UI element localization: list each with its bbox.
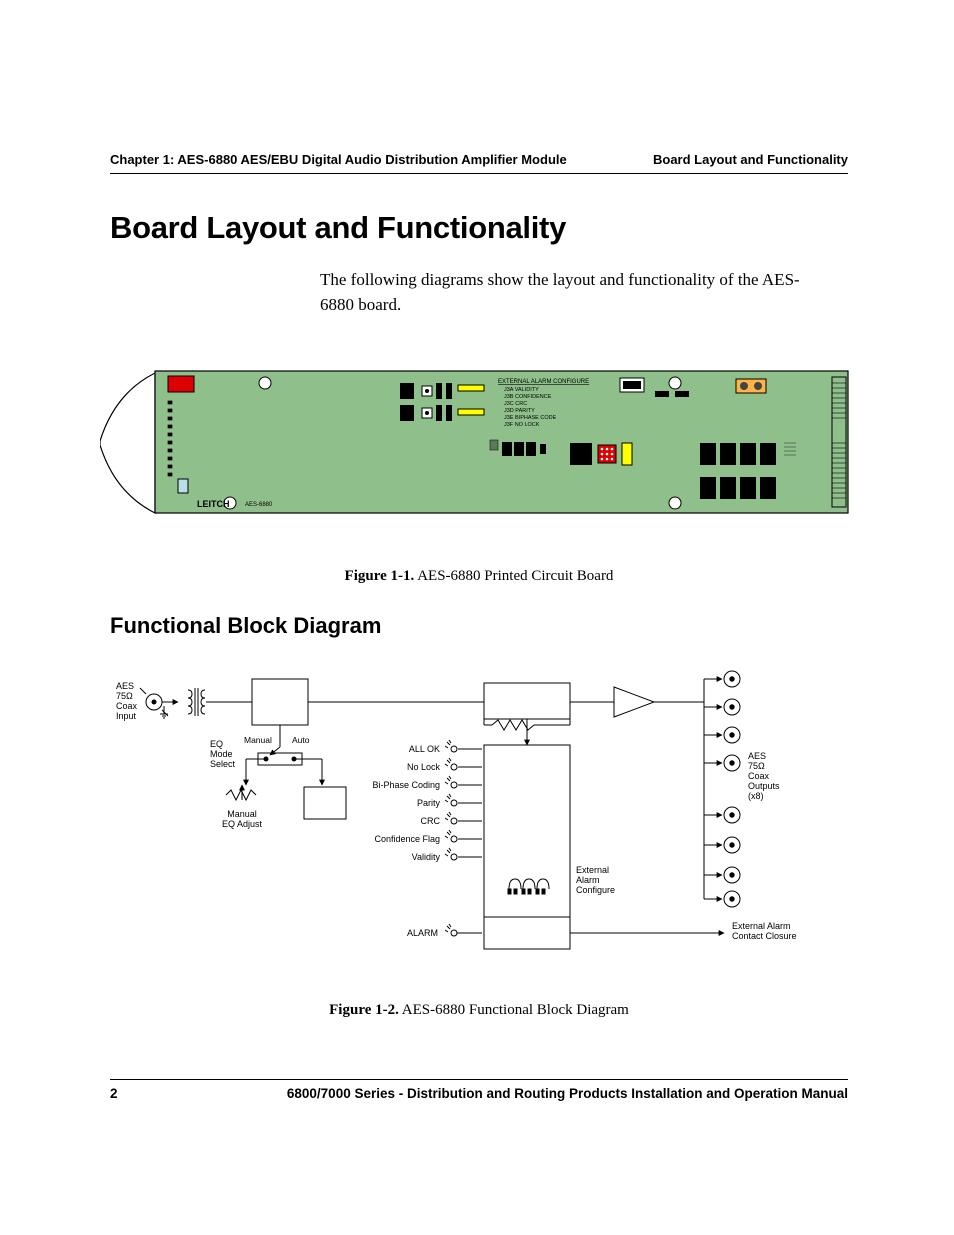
svg-text:Contact Closure: Contact Closure bbox=[732, 931, 797, 941]
svg-text:Manual: Manual bbox=[227, 809, 257, 819]
potentiometer-icon bbox=[226, 790, 256, 800]
alarm-label: ALARM bbox=[407, 928, 438, 938]
transformer-icon bbox=[188, 688, 205, 716]
figure-1-2-caption: Figure 1-2. AES-6880 Functional Block Di… bbox=[110, 1002, 848, 1019]
page-footer: 2 6800/7000 Series - Distribution and Ro… bbox=[110, 1079, 848, 1101]
svg-text:J3D PARITY: J3D PARITY bbox=[504, 408, 535, 414]
alarm-title: EXTERNAL ALARM CONFIGURE bbox=[498, 379, 589, 385]
manual-title: 6800/7000 Series - Distribution and Rout… bbox=[287, 1086, 848, 1101]
svg-text:Alarm: Alarm bbox=[576, 875, 600, 885]
subtitle: Functional Block Diagram bbox=[110, 613, 848, 639]
svg-text:ALL OK: ALL OK bbox=[409, 744, 440, 754]
svg-text:J3F NO LOCK: J3F NO LOCK bbox=[504, 422, 540, 428]
svg-text:External Alarm: External Alarm bbox=[732, 921, 791, 931]
intro-paragraph: The following diagrams show the layout a… bbox=[320, 268, 848, 317]
alarm-led-icon bbox=[445, 924, 482, 936]
svg-text:Coax: Coax bbox=[116, 701, 138, 711]
manual-eq-adjust-label: ManualEQ Adjust bbox=[222, 809, 263, 829]
header-rule bbox=[110, 173, 848, 174]
output-connectors bbox=[704, 671, 740, 907]
svg-text:Outputs: Outputs bbox=[748, 781, 780, 791]
svg-text:75Ω: 75Ω bbox=[116, 691, 133, 701]
svg-text:Parity: Parity bbox=[417, 798, 441, 808]
svg-text:Configure: Configure bbox=[576, 885, 615, 895]
model-label: AES-6880 bbox=[245, 502, 273, 508]
svg-text:J3C CRC: J3C CRC bbox=[504, 401, 527, 407]
figure-1-1: LEITCH AES-6880 EXTERNAL ALARM CONFIGURE bbox=[100, 363, 848, 528]
svg-text:AES: AES bbox=[748, 751, 766, 761]
svg-text:EQ: EQ bbox=[210, 739, 223, 749]
eq-mode-select-label: EQModeSelect bbox=[210, 739, 236, 769]
brand-label: LEITCH bbox=[197, 499, 230, 509]
svg-text:J3B CONFIDENCE: J3B CONFIDENCE bbox=[504, 394, 552, 400]
svg-text:External: External bbox=[576, 865, 609, 875]
figure-1-2: AES75ΩCoaxInput CableEQ Recl bbox=[110, 667, 848, 962]
svg-text:Mode: Mode bbox=[210, 749, 233, 759]
pcb-diagram: LEITCH AES-6880 EXTERNAL ALARM CONFIGURE bbox=[100, 363, 860, 523]
chapter-title: Chapter 1: AES-6880 AES/EBU Digital Audi… bbox=[110, 152, 567, 167]
svg-text:Input: Input bbox=[116, 711, 137, 721]
section-title: Board Layout and Functionality bbox=[653, 152, 848, 167]
svg-text:(x8): (x8) bbox=[748, 791, 764, 801]
input-label: AES75ΩCoaxInput bbox=[116, 681, 138, 721]
amplifier-icon bbox=[614, 687, 654, 717]
page-title: Board Layout and Functionality bbox=[110, 210, 848, 246]
external-alarm-configure-label: ExternalAlarmConfigure bbox=[576, 865, 615, 895]
bnc-input-icon bbox=[140, 688, 178, 718]
svg-text:Bi-Phase Coding: Bi-Phase Coding bbox=[372, 780, 440, 790]
svg-text:Select: Select bbox=[210, 759, 236, 769]
svg-text:75Ω: 75Ω bbox=[748, 761, 765, 771]
figure-1-1-caption: Figure 1-1. AES-6880 Printed Circuit Boa… bbox=[110, 568, 848, 585]
svg-text:Coax: Coax bbox=[748, 771, 770, 781]
jumper-block-icon bbox=[508, 879, 549, 894]
svg-text:CRC: CRC bbox=[421, 816, 441, 826]
block-diagram: AES75ΩCoaxInput CableEQ Recl bbox=[114, 667, 844, 957]
manual-label: Manual bbox=[244, 735, 272, 745]
svg-text:EQ Adjust: EQ Adjust bbox=[222, 819, 263, 829]
svg-text:No Lock: No Lock bbox=[407, 762, 441, 772]
external-alarm-output-label: External AlarmContact Closure bbox=[732, 921, 797, 941]
svg-text:J3A VALIDITY: J3A VALIDITY bbox=[504, 387, 539, 393]
auto-label: Auto bbox=[292, 735, 310, 745]
svg-text:Confidence Flag: Confidence Flag bbox=[374, 834, 440, 844]
svg-text:J3E BIPHASE CODE: J3E BIPHASE CODE bbox=[504, 415, 557, 421]
output-label: AES75ΩCoaxOutputs(x8) bbox=[748, 751, 780, 801]
svg-text:Validity: Validity bbox=[412, 852, 441, 862]
status-leds: ALL OK No Lock Bi-Phase Coding Parity CRC Con… bbox=[372, 740, 482, 862]
page-number: 2 bbox=[110, 1086, 118, 1101]
svg-text:AES: AES bbox=[116, 681, 134, 691]
